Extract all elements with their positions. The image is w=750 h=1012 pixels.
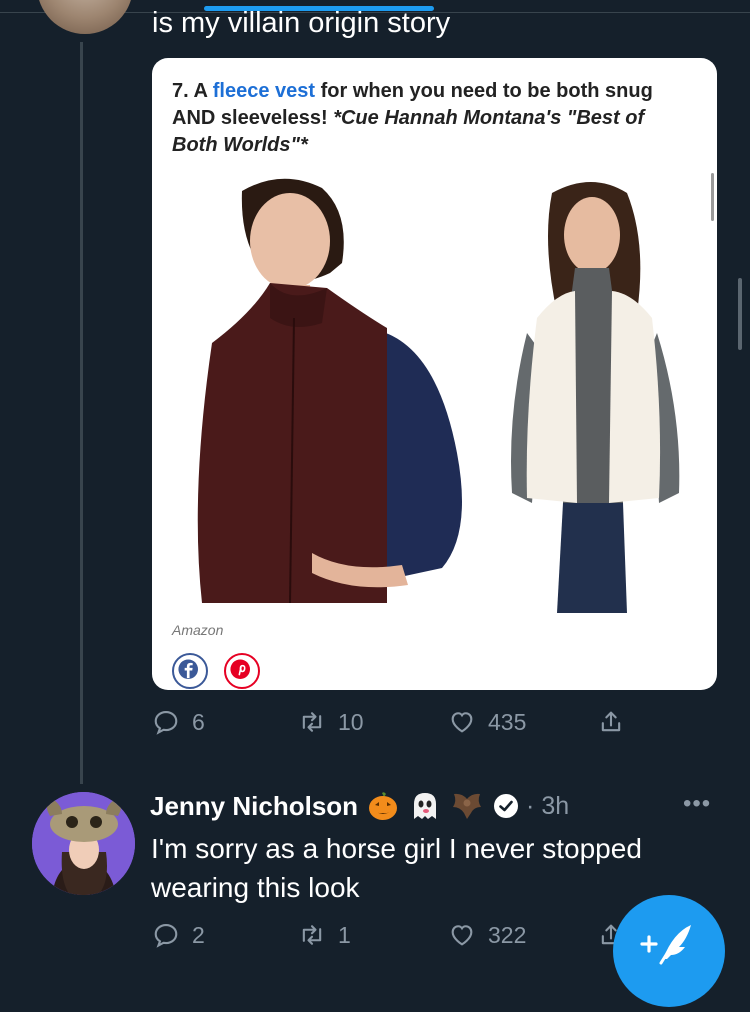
ghost-icon: [414, 793, 437, 819]
reply-count-2: 2: [192, 921, 205, 948]
jack-o-lantern-icon: [369, 792, 398, 820]
share-button[interactable]: [597, 708, 625, 736]
heart-icon: [451, 712, 473, 733]
reply-icon: [154, 711, 178, 735]
reply-button-2[interactable]: 2: [152, 921, 205, 949]
product-photo-white-vest: [497, 173, 697, 613]
tweet-timestamp[interactable]: · 3h: [526, 792, 569, 821]
compose-tweet-button[interactable]: [613, 895, 725, 1007]
image-source-label: Amazon: [172, 622, 224, 638]
pinterest-icon: [230, 659, 250, 679]
retweet-button-2[interactable]: 1: [298, 921, 351, 949]
compose-tweet-icon: [640, 925, 691, 965]
reply-count: 6: [192, 708, 205, 735]
retweet-icon: [302, 925, 322, 945]
author-avatar[interactable]: [32, 792, 135, 895]
article-card[interactable]: 7. A fleece vest for when you need to be…: [152, 58, 717, 690]
retweet-count-2: 1: [338, 921, 351, 948]
card-scrollbar[interactable]: [711, 173, 714, 221]
facebook-share-button[interactable]: [172, 653, 208, 689]
reply-button[interactable]: 6: [152, 708, 205, 736]
like-count: 435: [488, 708, 527, 735]
retweet-count: 10: [338, 708, 364, 735]
reply-icon: [154, 924, 178, 948]
retweet-button[interactable]: 10: [298, 708, 364, 736]
avatar-image: [32, 792, 135, 895]
thread-connector-line: [80, 42, 83, 784]
author-line: Jenny Nicholson · 3h: [150, 786, 569, 826]
like-count-2: 322: [488, 921, 527, 948]
more-options-button[interactable]: •••: [683, 790, 711, 818]
fleece-vest-link[interactable]: fleece vest: [213, 80, 315, 102]
share-icon: [601, 711, 621, 732]
page-scrollbar[interactable]: [738, 278, 742, 350]
previous-tweet-text: is my villain origin story: [152, 7, 451, 39]
retweet-icon: [302, 712, 322, 732]
author-name[interactable]: Jenny Nicholson: [150, 791, 358, 822]
card-caption: 7. A fleece vest for when you need to be…: [172, 80, 653, 156]
facebook-icon: [178, 659, 198, 679]
product-photo-maroon-vest: [172, 173, 502, 613]
verified-badge-icon: [494, 794, 519, 818]
heart-icon: [451, 925, 473, 946]
like-button-2[interactable]: 322: [448, 921, 526, 949]
bat-icon: [453, 793, 482, 819]
previous-author-avatar[interactable]: [37, 0, 133, 34]
like-button[interactable]: 435: [448, 708, 526, 736]
pinterest-share-button[interactable]: [224, 653, 260, 689]
